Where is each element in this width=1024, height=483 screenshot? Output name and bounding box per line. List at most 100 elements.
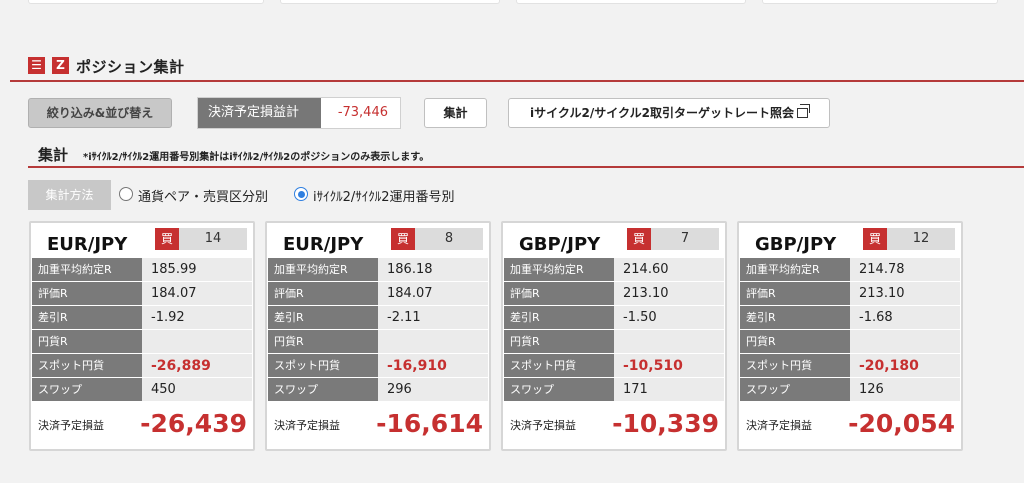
position-card[interactable]: GBP/JPY 買 12 加重平均約定R 214.78 評価R 213.10 差引R -1.68… [737,221,963,451]
row-label: 円貨R [32,330,142,354]
row-label: スポット円貨 [32,354,142,378]
row-value: -10,510 [614,354,724,378]
detail-row-swap: スワップ 126 [740,378,960,402]
detail-row-yen-rate: 円貨R [740,330,960,354]
detail-row-eval-rate: 評価R 184.07 [268,282,488,306]
row-value [378,330,488,354]
total-button[interactable]: 集計 [424,98,487,128]
detail-table: 加重平均約定R 186.18 評価R 184.07 差引R -2.11 円貨R スポット円貨 -… [268,258,488,402]
detail-row-diff-rate: 差引R -2.11 [268,306,488,330]
z-icon[interactable]: Z [52,57,69,74]
detail-row-avg-rate: 加重平均約定R 186.18 [268,258,488,282]
position-card[interactable]: EUR/JPY 買 14 加重平均約定R 185.99 評価R 184.07 差引R -1.92… [29,221,255,451]
summary-note: *iｻｲｸﾙ2/ｻｲｸﾙ2運用番号別集計はiｻｲｸﾙ2/ｻｲｸﾙ2のポジションの… [83,152,430,163]
currency-pair: EUR/JPY [47,234,128,255]
currency-pair: GBP/JPY [519,234,601,255]
row-value: 213.10 [850,282,960,306]
row-value: 450 [142,378,252,402]
row-label: 評価R [504,282,614,306]
row-value: -1.68 [850,306,960,330]
row-value: 171 [614,378,724,402]
target-rate-button[interactable]: iサイクル2/サイクル2取引ターゲットレート照会 [508,98,830,128]
radio-by-cycle-label[interactable]: iｻｲｸﾙ2/ｻｲｸﾙ2運用番号別 [313,186,455,205]
top-panel-edge [762,0,998,4]
filter-sort-button[interactable]: 絞り込み&並び替え [28,98,172,128]
buy-badge: 買 [391,228,415,250]
row-label: 評価R [740,282,850,306]
detail-row-eval-rate: 評価R 184.07 [32,282,252,306]
row-value: 186.18 [378,258,488,282]
settlement-pl-value: -26,439 [140,409,247,438]
radio-by-cycle[interactable] [294,187,308,201]
detail-row-eval-rate: 評価R 213.10 [504,282,724,306]
detail-table: 加重平均約定R 214.60 評価R 213.10 差引R -1.50 円貨R スポット円貨 -… [504,258,724,402]
settlement-pl-label: 決済予定損益 [38,419,104,432]
top-panel-edge [28,0,264,4]
summary-header: 集計 *iｻｲｸﾙ2/ｻｲｸﾙ2運用番号別集計はiｻｲｸﾙ2/ｻｲｸﾙ2のポジシ… [28,144,1024,168]
settlement-pl-value: -16,614 [376,409,483,438]
row-label: スポット円貨 [504,354,614,378]
settlement-pl-value: -20,054 [848,409,955,438]
row-label: スポット円貨 [740,354,850,378]
detail-row-spot-yen: スポット円貨 -20,180 [740,354,960,378]
detail-table: 加重平均約定R 185.99 評価R 184.07 差引R -1.92 円貨R スポット円貨 -… [32,258,252,402]
quantity: 12 [887,228,955,250]
row-value: -26,889 [142,354,252,378]
row-label: 差引R [268,306,378,330]
row-value [614,330,724,354]
settlement-pl-total: 決済予定損益計 -73,446 [197,97,401,129]
detail-row-yen-rate: 円貨R [32,330,252,354]
row-label: 加重平均約定R [32,258,142,282]
row-value: 184.07 [378,282,488,306]
position-card[interactable]: EUR/JPY 買 8 加重平均約定R 186.18 評価R 184.07 差引R -2.11 円… [265,221,491,451]
detail-row-avg-rate: 加重平均約定R 185.99 [32,258,252,282]
settlement-pl-label: 決済予定損益計 [198,98,321,128]
radio-by-pair[interactable] [119,187,133,201]
radio-by-pair-label[interactable]: 通貨ペア・売買区分別 [138,186,268,205]
section-header: ☰ Z ポジション集計 [10,54,1024,82]
detail-row-yen-rate: 円貨R [504,330,724,354]
row-value: 184.07 [142,282,252,306]
row-label: スワップ [32,378,142,402]
row-value: -16,910 [378,354,488,378]
quantity: 8 [415,228,483,250]
detail-row-diff-rate: 差引R -1.68 [740,306,960,330]
row-label: 評価R [268,282,378,306]
detail-row-yen-rate: 円貨R [268,330,488,354]
position-card[interactable]: GBP/JPY 買 7 加重平均約定R 214.60 評価R 213.10 差引R -1.50 円… [501,221,727,451]
summary-title: 集計 [38,146,69,164]
row-value [142,330,252,354]
detail-row-spot-yen: スポット円貨 -26,889 [32,354,252,378]
top-strip [0,0,1024,6]
currency-pair: EUR/JPY [283,234,364,255]
settlement-pl-value: -10,339 [612,409,719,438]
row-value [850,330,960,354]
row-label: 円貨R [504,330,614,354]
row-label: 加重平均約定R [268,258,378,282]
row-label: 差引R [504,306,614,330]
row-value: -1.92 [142,306,252,330]
section-title: ポジション集計 [76,58,185,76]
row-value: 214.60 [614,258,724,282]
row-label: スポット円貨 [268,354,378,378]
row-value: 126 [850,378,960,402]
detail-row-swap: スワップ 296 [268,378,488,402]
quantity: 14 [179,228,247,250]
external-window-icon [797,104,810,118]
detail-row-eval-rate: 評価R 213.10 [740,282,960,306]
row-value: 296 [378,378,488,402]
currency-pair: GBP/JPY [755,234,837,255]
row-value: -20,180 [850,354,960,378]
row-value: -1.50 [614,306,724,330]
settlement-pl-label: 決済予定損益 [746,419,812,432]
row-value: 185.99 [142,258,252,282]
row-label: スワップ [740,378,850,402]
row-label: 差引R [32,306,142,330]
row-label: 円貨R [268,330,378,354]
menu-icon[interactable]: ☰ [28,57,45,74]
target-rate-label: iサイクル2/サイクル2取引ターゲットレート照会 [530,106,794,120]
row-label: スワップ [268,378,378,402]
row-label: スワップ [504,378,614,402]
method-row: 集計方法 通貨ペア・売買区分別 iｻｲｸﾙ2/ｻｲｸﾙ2運用番号別 [28,180,1024,210]
top-panel-edge [280,0,500,4]
